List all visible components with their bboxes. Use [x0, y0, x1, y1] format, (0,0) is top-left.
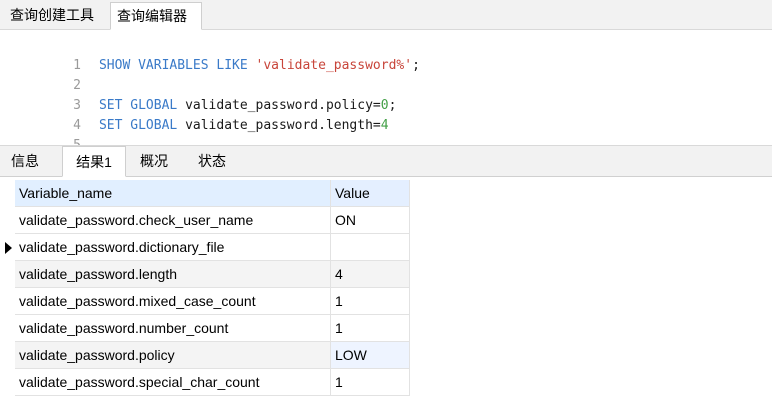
- table-row[interactable]: validate_password.dictionary_file: [0, 234, 772, 261]
- code-line-4: 4 SET GLOBAL validate_password.length=4: [0, 96, 388, 133]
- cell-variable-name[interactable]: validate_password.mixed_case_count: [15, 288, 331, 315]
- tab-result1[interactable]: 结果1: [62, 146, 126, 177]
- tab-query-builder[interactable]: 查询创建工具: [4, 2, 107, 29]
- table-row[interactable]: validate_password.special_char_count 1: [0, 369, 772, 396]
- cell-value[interactable]: 1: [331, 315, 410, 342]
- cell-variable-name[interactable]: validate_password.policy: [15, 342, 331, 369]
- tab-query-editor[interactable]: 查询编辑器: [110, 2, 202, 30]
- code-line-5: 5: [0, 116, 99, 153]
- sql-editor[interactable]: 1 SHOW VARIABLES LIKE 'validate_password%…: [0, 30, 772, 153]
- grid-header-row: Variable_name Value: [0, 180, 772, 207]
- tab-overview[interactable]: 概况: [126, 146, 182, 176]
- sql-string: 'validate_password%': [255, 58, 413, 73]
- sql-text: ;: [388, 98, 397, 113]
- table-row[interactable]: validate_password.number_count 1: [0, 315, 772, 342]
- sql-number: 4: [380, 118, 389, 133]
- cell-value[interactable]: 1: [331, 369, 410, 396]
- cell-variable-name[interactable]: validate_password.length: [15, 261, 331, 288]
- cell-value[interactable]: [331, 234, 410, 261]
- result-grid: Variable_name Value validate_password.ch…: [0, 180, 772, 396]
- table-row[interactable]: validate_password.policy LOW: [0, 342, 772, 369]
- cell-variable-name[interactable]: validate_password.dictionary_file: [15, 234, 331, 261]
- cell-value[interactable]: ON: [331, 207, 410, 234]
- table-row[interactable]: validate_password.check_user_name ON: [0, 207, 772, 234]
- sql-keyword: SET GLOBAL: [98, 118, 186, 133]
- tab-info[interactable]: 信息: [3, 146, 57, 176]
- table-row[interactable]: validate_password.mixed_case_count 1: [0, 288, 772, 315]
- tab-status[interactable]: 状态: [186, 146, 238, 176]
- column-header-variable-name[interactable]: Variable_name: [15, 180, 331, 207]
- cell-variable-name[interactable]: validate_password.check_user_name: [15, 207, 331, 234]
- cell-value[interactable]: 4: [331, 261, 410, 288]
- cell-value[interactable]: 1: [331, 288, 410, 315]
- code-line-1: 1 SHOW VARIABLES LIKE 'validate_password%…: [0, 36, 420, 73]
- cell-value[interactable]: LOW: [331, 342, 410, 369]
- sql-text: ;: [412, 58, 420, 73]
- sql-keyword: SHOW VARIABLES LIKE: [98, 58, 256, 73]
- cell-variable-name[interactable]: validate_password.special_char_count: [15, 369, 331, 396]
- column-header-value[interactable]: Value: [331, 180, 410, 207]
- code-line-2: 2: [0, 56, 99, 93]
- result-tabs-bar: 信息 结果1 概况 状态: [0, 145, 772, 177]
- row-pointer-icon: [0, 234, 14, 261]
- query-tabs-bar: 查询创建工具 查询编辑器: [0, 0, 772, 30]
- code-line-3: 3 SET GLOBAL validate_password.policy=0;: [0, 76, 396, 113]
- query-window: 查询创建工具 查询编辑器 1 SHOW VARIABLES LIKE 'valid…: [0, 0, 772, 408]
- cell-variable-name[interactable]: validate_password.number_count: [15, 315, 331, 342]
- table-row[interactable]: validate_password.length 4: [0, 261, 772, 288]
- sql-text: validate_password.length=: [185, 118, 381, 133]
